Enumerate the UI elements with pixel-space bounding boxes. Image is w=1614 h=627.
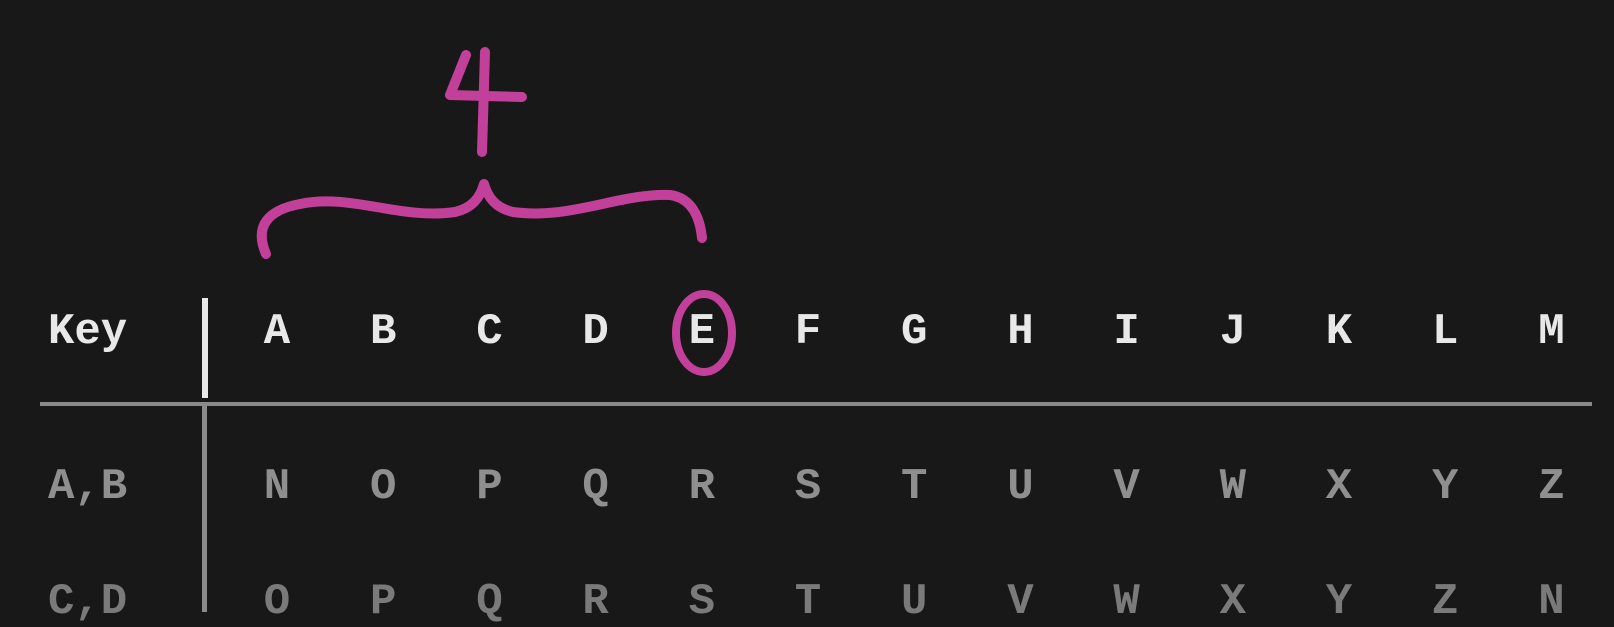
number-four-annotation — [445, 47, 527, 157]
circle-annotation — [672, 290, 736, 376]
curly-brace-annotation — [256, 179, 707, 259]
annotation-layer — [256, 47, 736, 376]
